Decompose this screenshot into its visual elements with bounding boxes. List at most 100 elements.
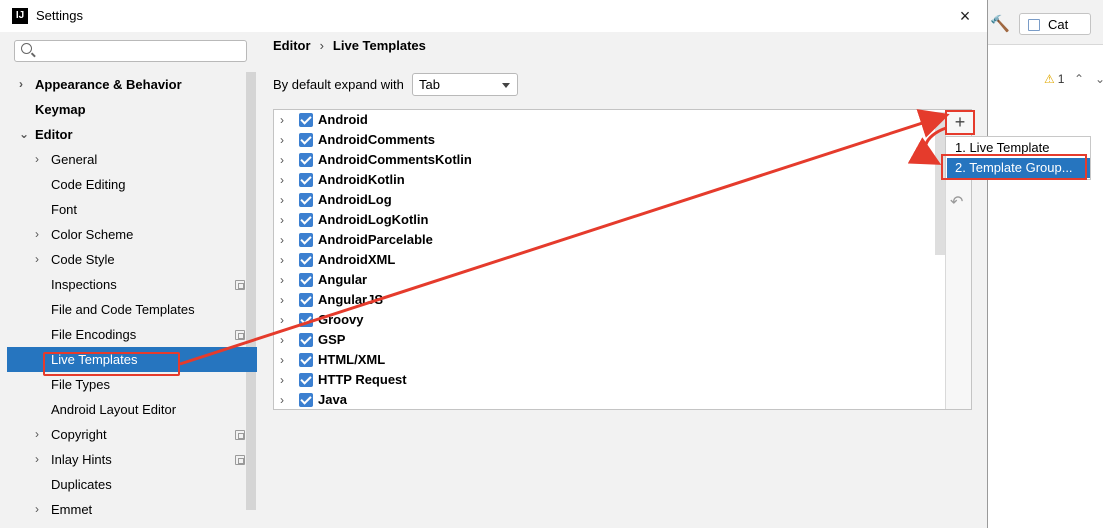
chevron-right-icon[interactable]: › [35, 247, 47, 272]
annotation-highlight-selection [43, 352, 180, 376]
checkbox-checked-icon[interactable] [299, 393, 313, 407]
template-group-label: HTML/XML [318, 352, 386, 367]
sidebar-item-label: Android Layout Editor [51, 402, 177, 417]
chevron-right-icon[interactable]: › [280, 110, 290, 130]
close-icon[interactable]: × [955, 6, 975, 26]
sidebar-item-label: Appearance & Behavior [35, 77, 182, 92]
sidebar-item-editor[interactable]: ⌄ Editor [7, 122, 245, 147]
checkbox-checked-icon[interactable] [299, 213, 313, 227]
sidebar-item-keymap[interactable]: Keymap [7, 97, 245, 122]
sidebar-item-copyright[interactable]: › Copyright [7, 422, 245, 447]
checkbox-checked-icon[interactable] [299, 293, 313, 307]
chevron-right-icon[interactable]: › [280, 190, 290, 210]
chevron-right-icon[interactable]: › [280, 150, 290, 170]
template-group-label: Groovy [318, 312, 364, 327]
sidebar-item-label: Inlay Hints [51, 452, 112, 467]
chevron-right-icon[interactable]: › [280, 350, 290, 370]
chevron-right-icon[interactable]: › [280, 230, 290, 250]
add-button[interactable]: + [945, 110, 975, 135]
sidebar-item-label: Emmet [51, 502, 93, 517]
sidebar-item-general[interactable]: › General [7, 147, 245, 172]
sidebar-item-code-editing[interactable]: Code Editing [7, 172, 245, 197]
breadcrumb-parent[interactable]: Editor [273, 38, 311, 53]
chevron-right-icon[interactable]: › [280, 170, 290, 190]
sidebar-item-label: Keymap [35, 102, 86, 117]
chevron-right-icon[interactable]: › [19, 72, 31, 97]
sidebar-item-code-style[interactable]: › Code Style [7, 247, 245, 272]
copy-icon [235, 430, 245, 440]
sidebar-item-color-scheme[interactable]: › Color Scheme [7, 222, 245, 247]
chevron-right-icon[interactable]: › [280, 370, 290, 390]
checkbox-checked-icon[interactable] [299, 353, 313, 367]
breadcrumb-current: Live Templates [332, 38, 426, 53]
search-input[interactable] [14, 40, 247, 62]
template-group-label: Android [318, 112, 368, 127]
chevron-right-icon[interactable]: › [280, 130, 290, 150]
sidebar-item-emmet[interactable]: › Emmet [7, 497, 245, 522]
chevron-down-icon[interactable]: ⌄ [1095, 72, 1103, 86]
sidebar-item-font[interactable]: Font [7, 197, 245, 222]
sidebar-item-label: General [51, 152, 98, 167]
tree-scrollbar[interactable] [246, 72, 256, 510]
sidebar-item-android-layout-editor[interactable]: Android Layout Editor [7, 397, 245, 422]
chevron-right-icon[interactable]: › [280, 310, 290, 330]
checkbox-checked-icon[interactable] [299, 113, 313, 127]
sidebar-item-label: Color Scheme [51, 227, 134, 242]
chevron-right-icon[interactable]: › [280, 390, 290, 410]
template-group-label: AndroidLogKotlin [318, 212, 429, 227]
sidebar-item-label: Copyright [51, 427, 107, 442]
chevron-right-icon[interactable]: › [280, 250, 290, 270]
chevron-right-icon[interactable]: › [35, 447, 47, 472]
sidebar-item-label: Duplicates [51, 477, 112, 492]
chevron-right-icon[interactable]: › [35, 147, 47, 172]
sidebar-item-file-encodings[interactable]: File Encodings [7, 322, 245, 347]
warning-indicator[interactable]: ⚠ 1 [1044, 72, 1064, 86]
chevron-right-icon[interactable]: › [280, 330, 290, 350]
checkbox-checked-icon[interactable] [299, 313, 313, 327]
checkbox-checked-icon[interactable] [299, 333, 313, 347]
dropdown-caret-icon [502, 83, 510, 88]
undo-icon[interactable]: ↶ [950, 192, 968, 211]
template-group-label: GSP [318, 332, 346, 347]
checkbox-checked-icon[interactable] [299, 153, 313, 167]
app-icon: IJ [12, 8, 28, 24]
copy-icon [235, 280, 245, 290]
checkbox-checked-icon[interactable] [299, 133, 313, 147]
chevron-right-icon[interactable]: › [280, 270, 290, 290]
sidebar-item-label: Inspections [51, 277, 117, 292]
list-scrollbar[interactable] [935, 112, 945, 255]
chevron-right-icon[interactable]: › [280, 290, 290, 310]
hammer-icon[interactable]: 🔨 [990, 14, 1010, 33]
chevron-right-icon[interactable]: › [35, 497, 47, 522]
chevron-up-icon[interactable]: ⌃ [1074, 72, 1084, 86]
template-group-label: AndroidParcelable [318, 232, 433, 247]
config-icon [1028, 19, 1040, 31]
checkbox-checked-icon[interactable] [299, 253, 313, 267]
sidebar-item-inlay-hints[interactable]: › Inlay Hints [7, 447, 245, 472]
template-group-label: AndroidKotlin [318, 172, 405, 187]
checkbox-checked-icon[interactable] [299, 373, 313, 387]
chevron-down-icon[interactable]: ⌄ [19, 122, 31, 147]
run-config-selector[interactable]: Cat [1019, 13, 1091, 35]
checkbox-checked-icon[interactable] [299, 233, 313, 247]
template-group-label: AndroidLog [318, 192, 392, 207]
chevron-right-icon[interactable]: › [35, 422, 47, 447]
copy-icon [235, 455, 245, 465]
expand-with-select[interactable]: Tab [412, 73, 518, 96]
checkbox-checked-icon[interactable] [299, 173, 313, 187]
chevron-right-icon[interactable]: › [280, 210, 290, 230]
template-group-label: Angular [318, 272, 368, 287]
sidebar-item-label: Font [51, 202, 78, 217]
expand-with-value: Tab [419, 77, 440, 92]
chevron-right-icon[interactable]: › [35, 222, 47, 247]
breadcrumb: Editor › Live Templates [273, 38, 426, 53]
checkbox-checked-icon[interactable] [299, 273, 313, 287]
sidebar-item-inspections[interactable]: Inspections [7, 272, 245, 297]
sidebar-item-duplicates[interactable]: Duplicates [7, 472, 245, 497]
template-group-label: Java [318, 392, 347, 407]
sidebar-item-label: Editor [35, 127, 73, 142]
sidebar-item-appearance-behavior[interactable]: › Appearance & Behavior [7, 72, 245, 97]
sidebar-item-file-and-code-templates[interactable]: File and Code Templates [7, 297, 245, 322]
checkbox-checked-icon[interactable] [299, 193, 313, 207]
window-title: Settings [36, 8, 83, 23]
